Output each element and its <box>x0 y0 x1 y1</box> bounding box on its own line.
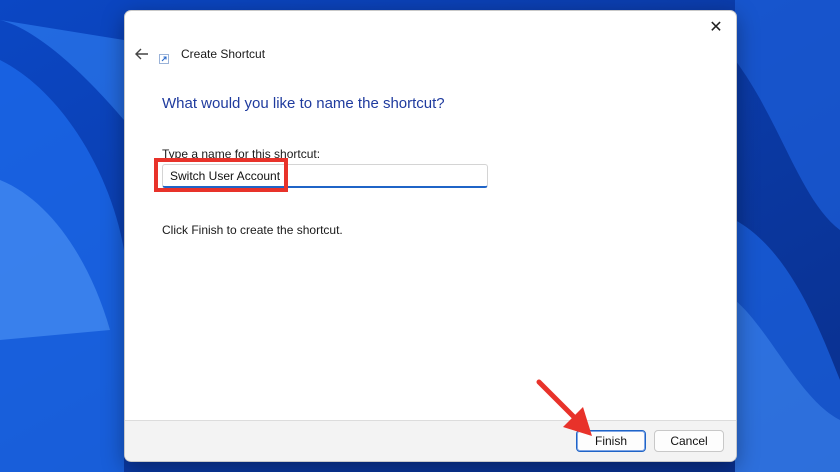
create-shortcut-dialog: ✕ Create Shortcut What would you like to… <box>124 10 737 462</box>
shortcut-name-label: Type a name for this shortcut: <box>162 147 321 161</box>
back-button[interactable] <box>131 43 153 65</box>
finish-button[interactable]: Finish <box>576 430 646 452</box>
close-icon: ✕ <box>709 19 723 36</box>
close-button[interactable]: ✕ <box>702 15 730 39</box>
dialog-title: Create Shortcut <box>181 47 266 61</box>
shortcut-name-input[interactable] <box>162 164 488 188</box>
instruction-text: Click Finish to create the shortcut. <box>162 223 343 237</box>
page-heading: What would you like to name the shortcut… <box>162 95 445 112</box>
cancel-button[interactable]: Cancel <box>654 430 724 452</box>
shortcut-icon <box>159 54 169 64</box>
dialog-footer: Finish Cancel <box>125 420 736 461</box>
back-arrow-icon <box>135 48 148 60</box>
